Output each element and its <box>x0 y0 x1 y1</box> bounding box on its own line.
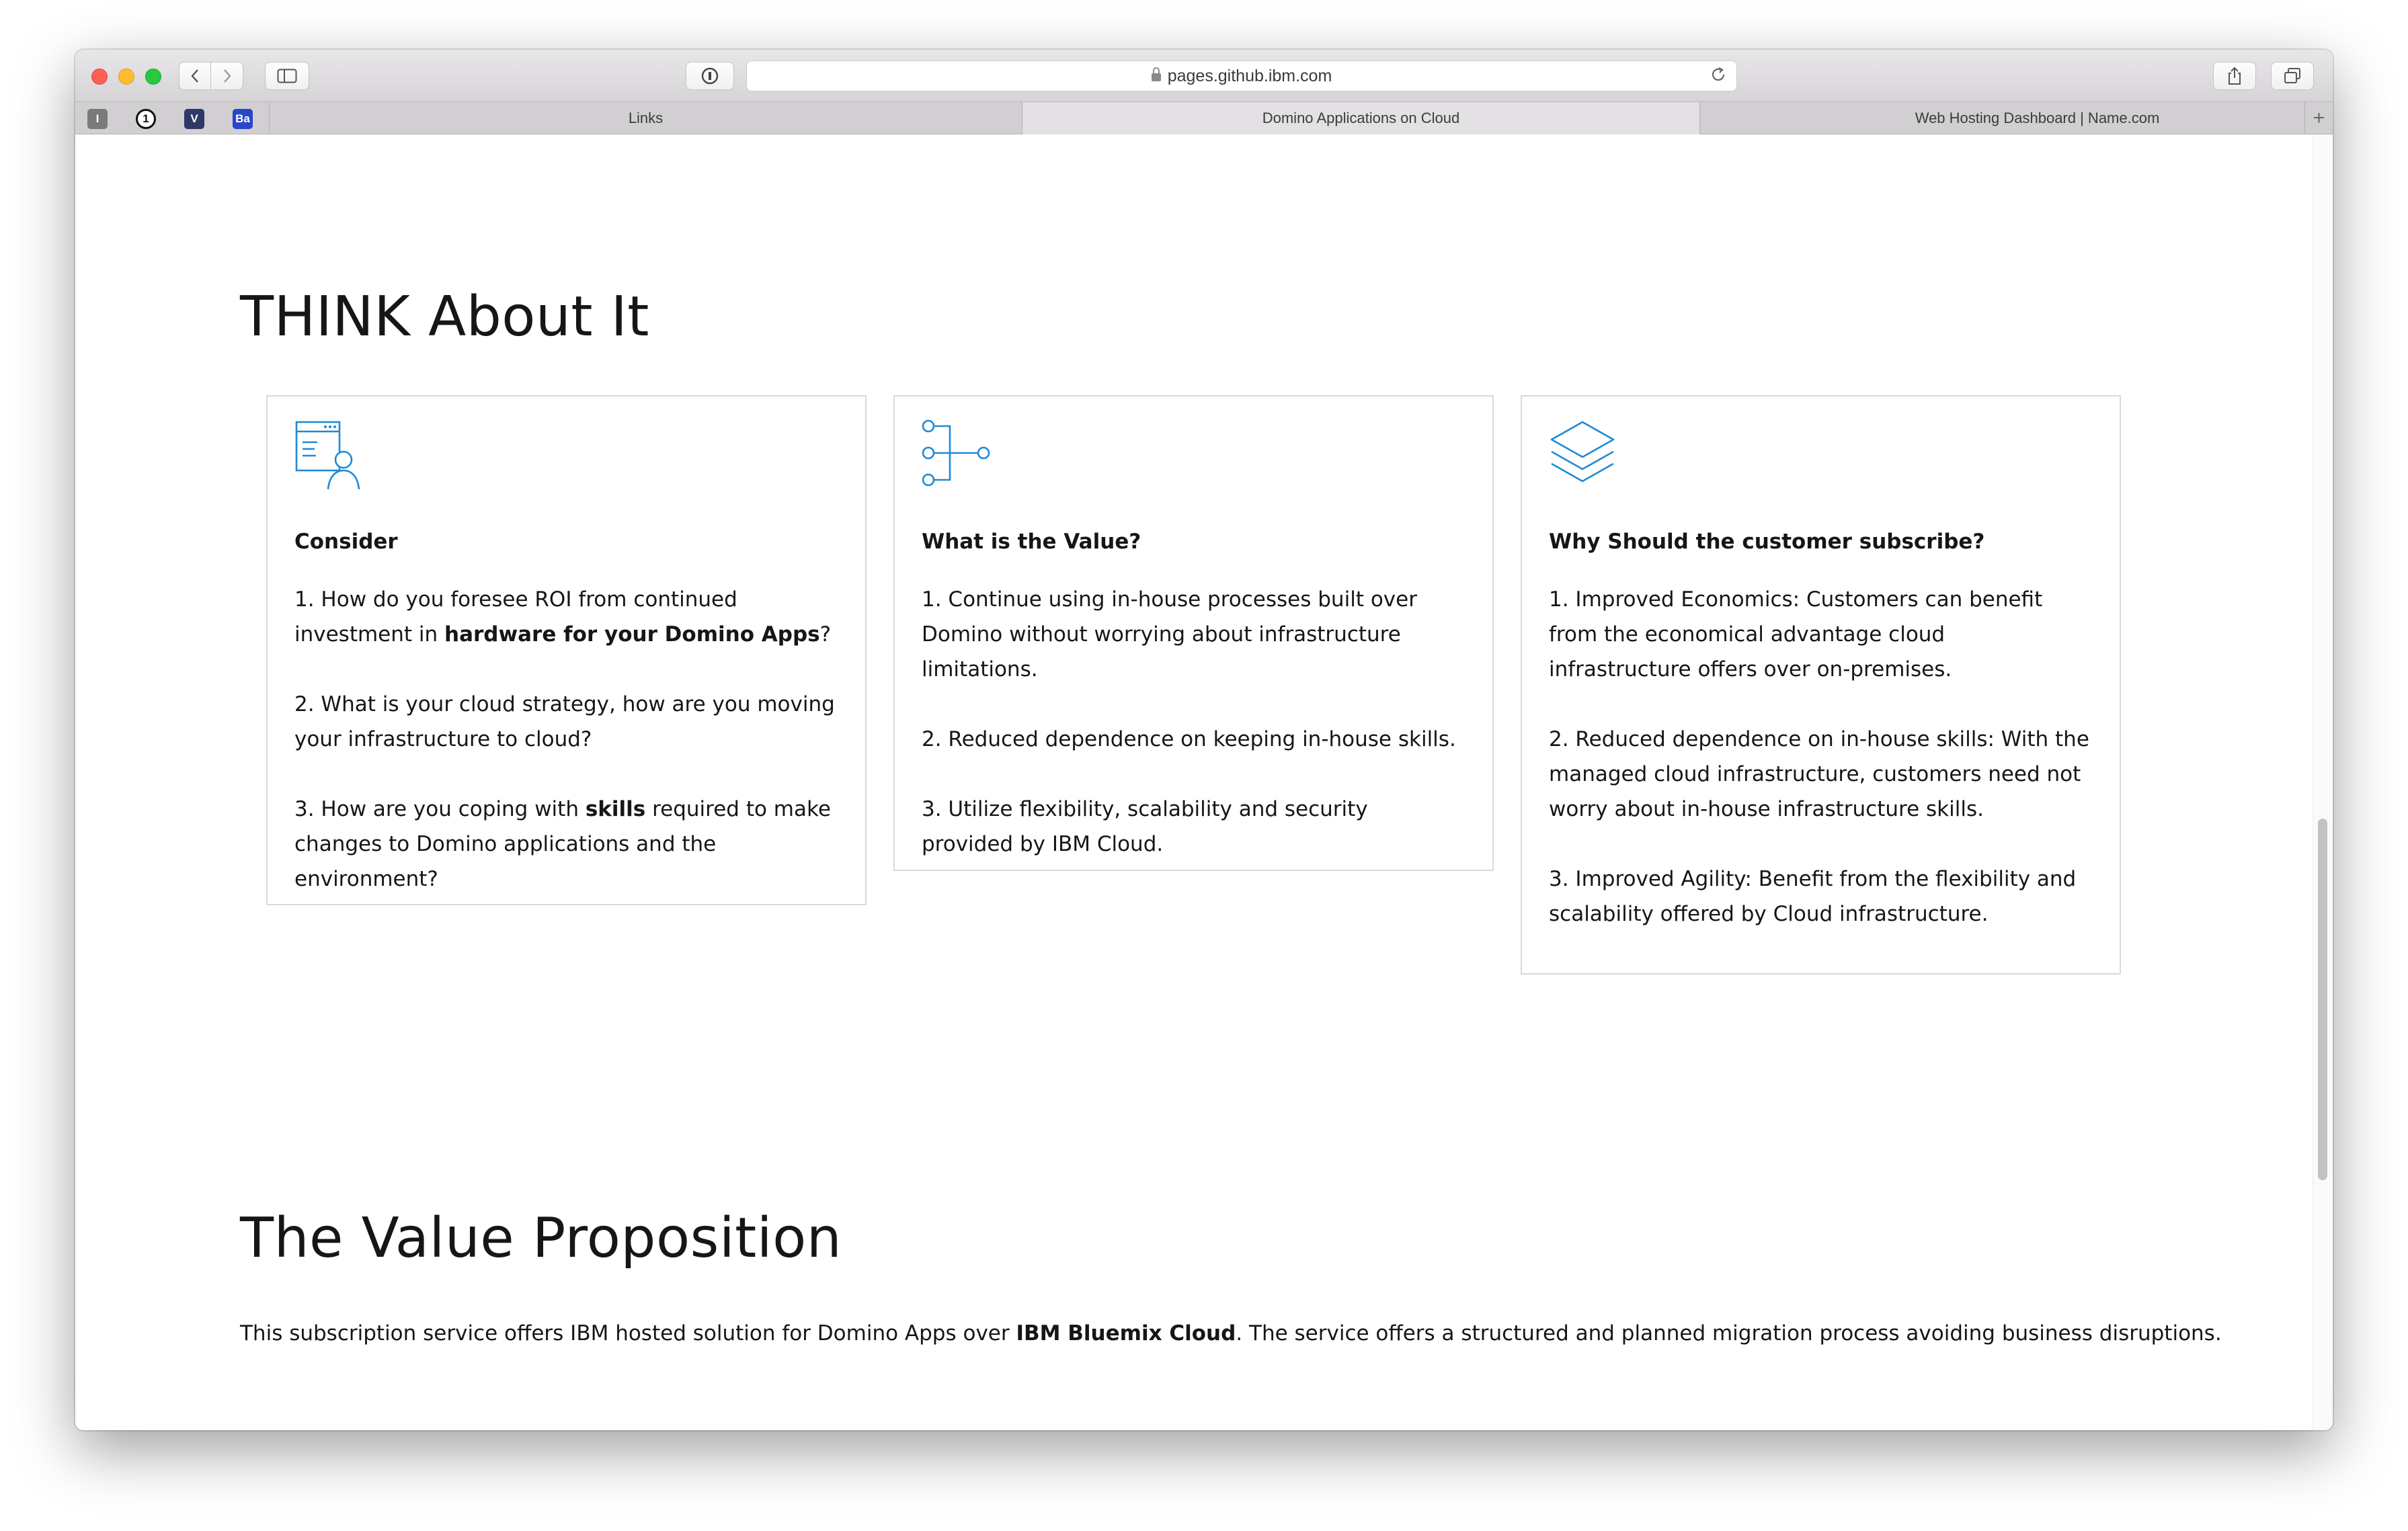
consider-card: Consider 1. How do you foresee ROI from … <box>266 395 867 905</box>
think-heading: THINK About It <box>240 285 649 349</box>
card-item: 1. Improved Economics: Customers can ben… <box>1549 587 2043 681</box>
share-icon <box>2229 67 2241 85</box>
tab-web-hosting-dashboard[interactable]: Web Hosting Dashboard | Name.com <box>1699 102 2333 134</box>
card-body: 1. Improved Economics: Customers can ben… <box>1549 582 2093 932</box>
chevron-left-icon <box>191 69 198 83</box>
password-manager-button[interactable] <box>686 62 734 90</box>
browser-window: pages.github.ibm.com I 1 V Ba Links Domi… <box>75 50 2333 1430</box>
pinned-tab-4[interactable]: Ba <box>233 109 253 129</box>
tab-links[interactable]: Links <box>269 102 1022 134</box>
sidebar-icon <box>277 69 297 83</box>
card-item: 1. How do you foresee ROI from continued… <box>294 587 832 647</box>
card-item: 2. Reduced dependence on keeping in-hous… <box>922 727 1456 751</box>
card-title: Consider <box>294 530 398 554</box>
browser-toolbar: pages.github.ibm.com <box>75 50 2333 102</box>
layers-stack-icon <box>1550 421 1615 483</box>
sidebar-toggle-button[interactable] <box>265 62 309 90</box>
page-content: THINK About It Consider 1. How do you fo… <box>75 134 2333 1430</box>
value-proposition-heading: The Value Proposition <box>240 1206 842 1270</box>
card-item: 3. Improved Agility: Benefit from the fl… <box>1549 867 2077 926</box>
tab-label: Web Hosting Dashboard | Name.com <box>1915 110 2160 126</box>
back-button[interactable] <box>179 62 211 90</box>
subscribe-card: Why Should the customer subscribe? 1. Im… <box>1521 395 2121 975</box>
card-title: Why Should the customer subscribe? <box>1549 530 1985 554</box>
pinned-tab-3[interactable]: V <box>184 109 204 129</box>
tab-domino-applications[interactable]: Domino Applications on Cloud <box>1022 102 1699 134</box>
scrollbar-track[interactable] <box>2313 134 2333 1430</box>
reload-icon[interactable] <box>1710 66 1727 88</box>
tab-label: Domino Applications on Cloud <box>1262 110 1460 126</box>
address-url: pages.github.ibm.com <box>1167 66 1332 85</box>
card-item: 2. Reduced dependence on in-house skills… <box>1549 727 2089 821</box>
scrollbar-thumb[interactable] <box>2318 819 2327 1180</box>
navigation-buttons <box>179 62 243 90</box>
card-item: 3. Utilize flexibility, scalability and … <box>922 797 1368 856</box>
password-manager-icon <box>701 67 719 85</box>
forward-button[interactable] <box>211 62 243 90</box>
card-item: 2. What is your cloud strategy, how are … <box>294 692 835 751</box>
tab-label: Links <box>628 110 664 126</box>
tab-overview-icon <box>2284 68 2300 83</box>
share-button[interactable] <box>2213 62 2256 90</box>
chevron-right-icon <box>223 69 231 83</box>
lock-icon <box>1151 67 1161 81</box>
pinned-tab-2[interactable]: 1 <box>136 109 156 129</box>
card-item: 1. Continue using in-house processes bui… <box>922 587 1417 681</box>
zoom-window-button[interactable] <box>145 69 161 85</box>
minimize-window-button[interactable] <box>118 69 134 85</box>
document-person-icon <box>295 421 360 490</box>
card-title: What is the Value? <box>922 530 1141 554</box>
card-body: 1. Continue using in-house processes bui… <box>922 582 1466 862</box>
flow-connection-icon <box>922 419 990 487</box>
value-proposition-paragraph: This subscription service offers IBM hos… <box>240 1321 2222 1346</box>
pinned-tab-1[interactable]: I <box>87 109 108 129</box>
close-window-button[interactable] <box>91 69 108 85</box>
value-card: What is the Value? 1. Continue using in-… <box>893 395 1494 871</box>
new-tab-button[interactable]: + <box>2304 102 2333 134</box>
tab-bar: I 1 V Ba Links Domino Applications on Cl… <box>75 102 2333 134</box>
tab-overview-button[interactable] <box>2271 62 2314 90</box>
card-body: 1. How do you foresee ROI from continued… <box>294 582 838 897</box>
address-bar[interactable]: pages.github.ibm.com <box>746 60 1737 91</box>
card-item: 3. How are you coping with skills requir… <box>294 797 831 891</box>
